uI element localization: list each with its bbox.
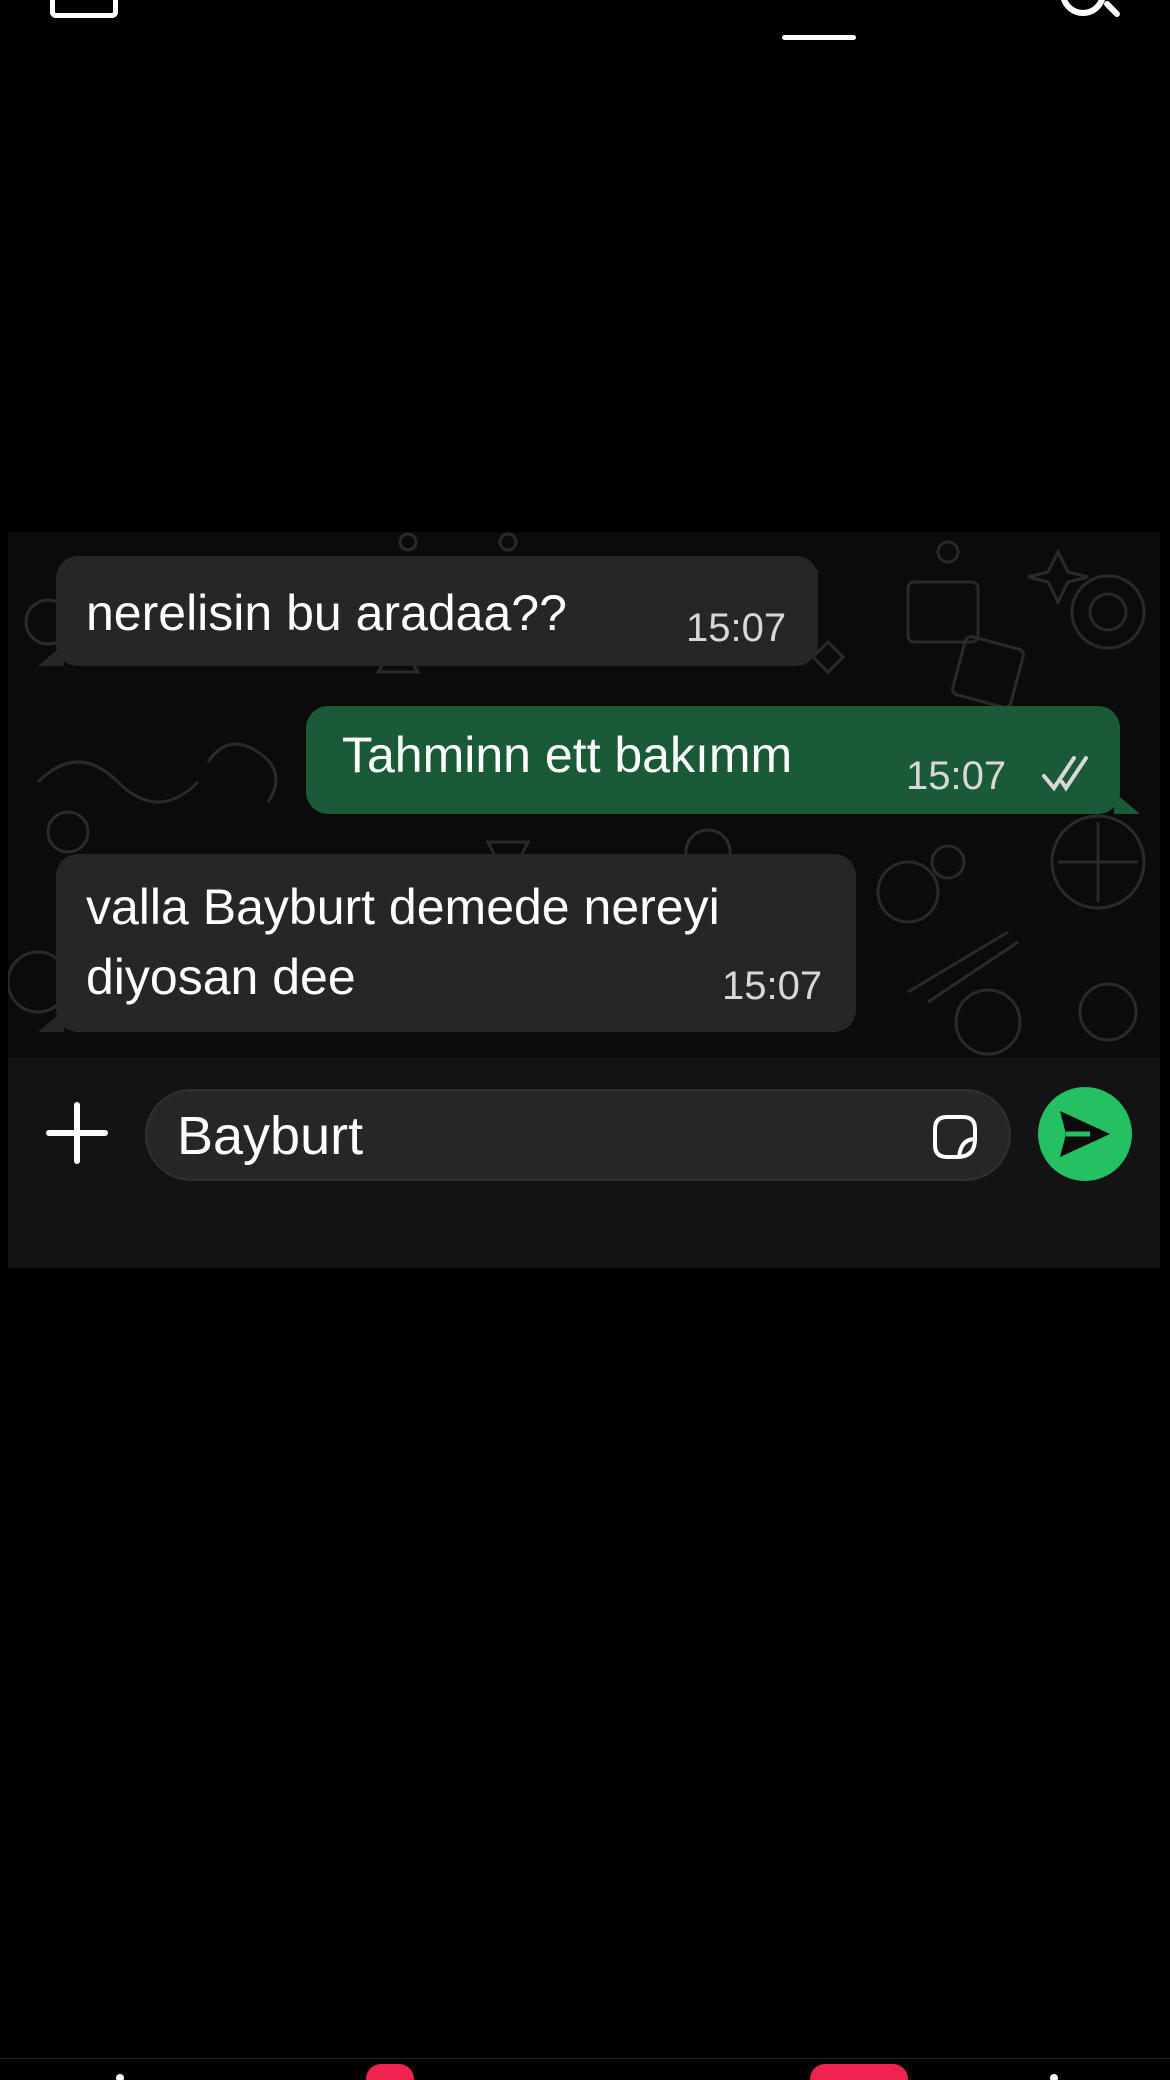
- message-text: Tahminn ett bakımm: [342, 727, 793, 783]
- top-navigation: [0, 0, 1170, 60]
- notification-badge: [366, 2064, 414, 2080]
- bubble-tail: [38, 644, 64, 666]
- message-time: 15:07: [686, 606, 787, 650]
- search-icon[interactable]: [1060, 0, 1106, 16]
- active-tab-indicator: [782, 35, 856, 40]
- message-input[interactable]: Bayburt: [145, 1089, 1011, 1181]
- menu-icon[interactable]: [50, 0, 118, 18]
- sticker-icon[interactable]: [927, 1109, 983, 1165]
- plus-icon[interactable]: [46, 1102, 108, 1164]
- message-time: 15:07: [906, 754, 1007, 798]
- message-text: nerelisin bu aradaa??: [86, 585, 567, 641]
- bottom-tab-bar: [0, 2058, 1170, 2080]
- message-input-value[interactable]: Bayburt: [177, 1105, 363, 1167]
- notification-badge: [810, 2064, 908, 2080]
- send-icon: [1060, 1111, 1110, 1157]
- message-time: 15:07: [722, 964, 823, 1008]
- tab-dot: [116, 2074, 124, 2080]
- bubble-tail: [38, 1010, 64, 1032]
- tab-dot: [1050, 2074, 1058, 2080]
- double-check-icon: [1042, 756, 1088, 792]
- message-composer: Bayburt: [8, 1057, 1160, 1268]
- send-button[interactable]: [1038, 1087, 1132, 1181]
- message-bubble-incoming[interactable]: valla Bayburt demede nereyi diyosan dee …: [38, 854, 856, 1032]
- app-screen: nerelisin bu aradaa?? 15:07 Tahminn ett …: [0, 0, 1170, 2080]
- message-bubble-incoming[interactable]: nerelisin bu aradaa?? 15:07: [38, 556, 818, 666]
- bubble-tail: [1114, 792, 1140, 814]
- message-bubble-outgoing[interactable]: Tahminn ett bakımm 15:07: [306, 706, 1140, 814]
- chat-screenshot: nerelisin bu aradaa?? 15:07 Tahminn ett …: [8, 532, 1160, 1268]
